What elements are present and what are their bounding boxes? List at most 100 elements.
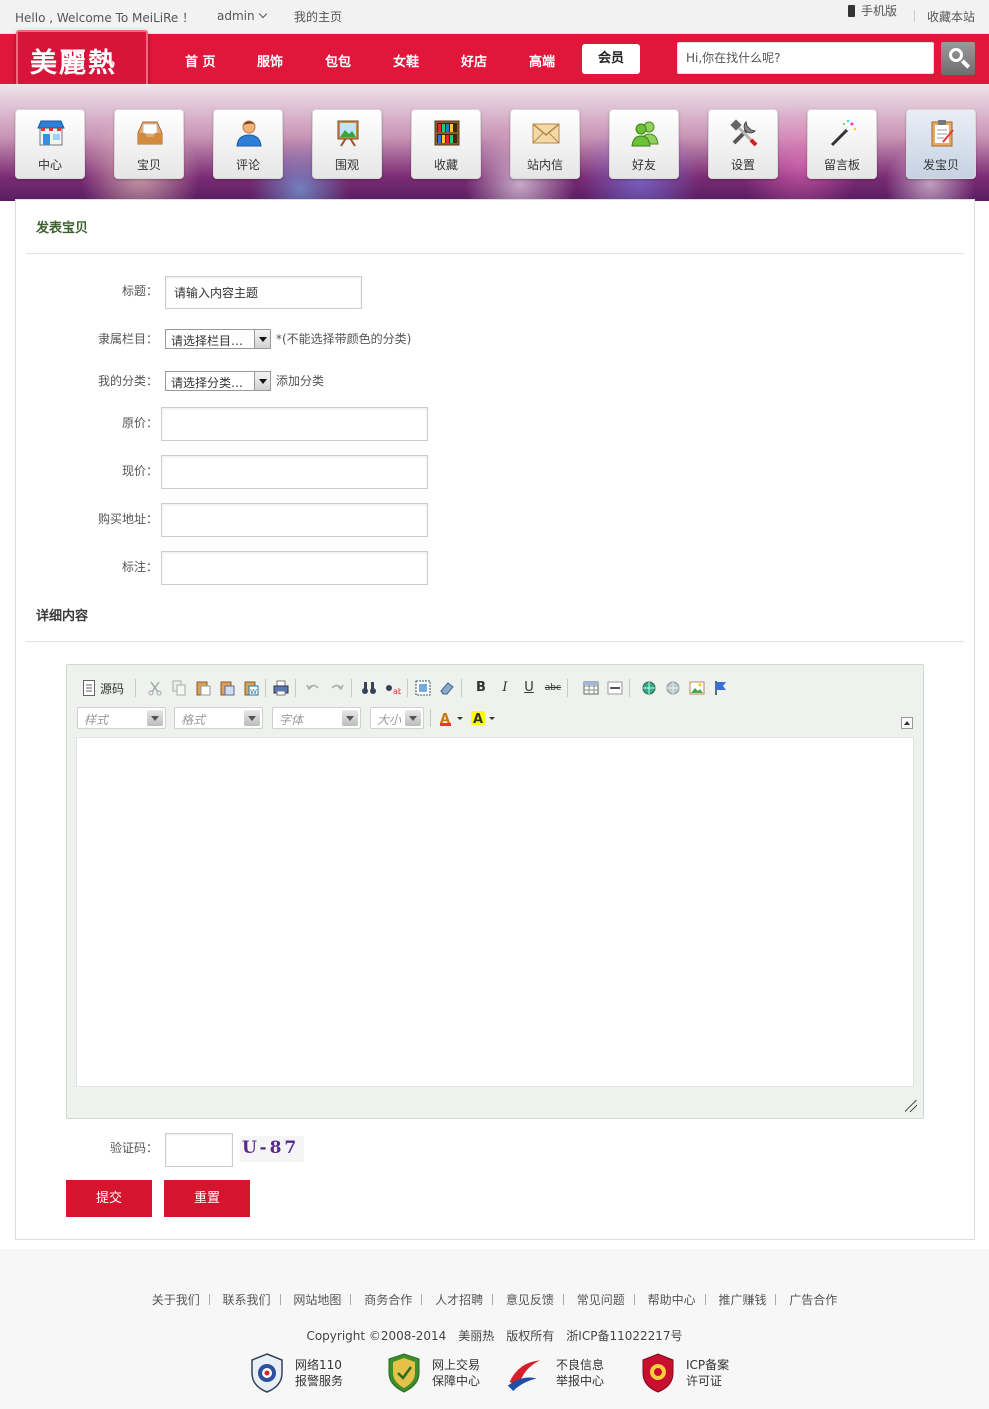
welcome-text: Hello , Welcome To MeiLiRe ！ [15,11,195,25]
resize-grip-icon[interactable] [905,1100,917,1112]
print-icon[interactable] [273,680,289,696]
user-menu[interactable]: admin [217,9,267,23]
menu-items[interactable]: 宝贝 [114,109,184,179]
remark-field[interactable] [162,552,427,584]
svg-text:W: W [250,688,257,696]
nav-bags[interactable]: 包包 [325,51,351,70]
cut-icon[interactable] [147,680,163,696]
underline-icon[interactable]: U [521,680,537,696]
replace-icon[interactable]: ab [385,680,403,696]
footer-link[interactable]: 关于我们 [143,1291,209,1308]
chevron-down-icon [258,9,267,19]
format-placeholder: 格式 [181,713,206,727]
paste-icon[interactable] [195,680,211,696]
image-icon[interactable] [689,680,705,696]
category-select-value: 请选择分类… [171,376,244,390]
divider [26,641,964,642]
collapse-toolbar-button[interactable] [901,717,913,729]
menu-comments[interactable]: 评论 [213,109,283,179]
menu-label: 收藏 [433,158,458,172]
buy-url-field[interactable] [162,504,427,536]
paste-word-icon[interactable]: W [243,680,259,696]
bold-icon[interactable]: B [473,680,489,696]
mobile-link[interactable]: 手机版 [848,2,897,19]
icp-seal-icon [642,1353,674,1393]
font-combo[interactable]: 字体 [272,707,361,729]
search-input[interactable] [678,43,933,73]
footer-link[interactable]: 广告合作 [780,1291,846,1308]
footer-link[interactable]: 商务合作 [355,1291,421,1308]
table-icon[interactable] [583,680,599,696]
eraser-icon[interactable] [439,680,455,696]
background-color-icon[interactable]: A [471,710,497,727]
menu-post-item[interactable]: 发宝贝 [906,109,976,179]
submit-button[interactable]: 提交 [66,1180,152,1217]
format-combo[interactable]: 格式 [174,707,263,729]
current-price-field[interactable] [162,456,427,488]
search-button[interactable] [941,42,975,75]
reset-button[interactable]: 重置 [164,1180,250,1217]
divider [26,253,964,254]
link-icon[interactable] [641,680,657,696]
nav-shoes[interactable]: 女鞋 [393,51,419,70]
font-placeholder: 字体 [279,713,304,727]
select-all-icon[interactable] [415,680,431,696]
footer-link[interactable]: 网站地图 [284,1291,350,1308]
nav-shops[interactable]: 好店 [461,51,487,70]
search-icon [949,48,963,62]
add-category-link[interactable]: 添加分类 [276,372,324,389]
menu-friends[interactable]: 好友 [609,109,679,179]
italic-icon[interactable]: I [497,680,513,696]
style-combo[interactable]: 样式 [77,707,166,729]
source-button[interactable]: 源码 [83,677,131,699]
menu-center[interactable]: 中心 [15,109,85,179]
menu-messages[interactable]: 站内信 [510,109,580,179]
buy-url-wrap [161,503,428,537]
category-select[interactable]: 请选择分类… [165,371,271,391]
menu-label: 留言板 [823,158,860,172]
footer-link[interactable]: 人才招聘 [426,1291,492,1308]
captcha-image[interactable]: U-87 [240,1136,304,1162]
captcha-label: 验证码： [109,1141,158,1155]
unlink-icon[interactable] [665,680,681,696]
column-select[interactable]: 请选择栏目… [165,329,271,349]
nav-luxury[interactable]: 高端 [529,51,555,70]
captcha-field[interactable] [166,1134,232,1166]
collapse-arrow-icon [904,721,910,725]
strikethrough-icon[interactable]: abc [543,680,563,696]
police-badge-icon [251,1353,283,1393]
size-combo[interactable]: 大小 [370,707,424,729]
bookshelf-icon [434,120,460,146]
menu-favorites[interactable]: 收藏 [411,109,481,179]
bookmark-link[interactable]: 收藏本站 [927,8,975,25]
horizontal-rule-icon[interactable] [607,680,623,696]
footer-link[interactable]: 意见反馈 [497,1291,563,1308]
text-color-icon[interactable]: A [439,710,465,727]
badge-line2: 报警服务 [295,1374,344,1388]
menu-watch[interactable]: 围观 [312,109,382,179]
paste-text-icon[interactable] [219,680,235,696]
menu-guestbook[interactable]: 留言板 [807,109,877,179]
footer-link[interactable]: 帮助中心 [639,1291,705,1308]
flag-icon[interactable] [713,680,729,696]
my-home-link[interactable]: 我的主页 [294,8,342,25]
menu-settings[interactable]: 设置 [708,109,778,179]
column-select-value: 请选择栏目… [171,334,244,348]
report-icon [507,1360,541,1391]
nav-home[interactable]: 首 页 [185,51,216,70]
nav-member[interactable]: 会员 [582,44,640,74]
footer-link[interactable]: 联系我们 [214,1291,280,1308]
rich-text-editor: 源码 W ab B I U abc 样式 格式 字体 大小 A A [66,664,924,1119]
subject-field[interactable] [166,277,361,308]
nav-apparel[interactable]: 服饰 [257,51,283,70]
site-logo[interactable]: 美麗熱 [16,30,148,88]
redo-icon[interactable] [329,680,345,696]
footer-link[interactable]: 推广赚钱 [709,1291,775,1308]
copy-icon[interactable] [171,680,187,696]
footer-link[interactable]: 常见问题 [568,1291,634,1308]
editor-content-area[interactable] [76,737,914,1087]
svg-text:A: A [473,712,483,726]
original-price-field[interactable] [162,408,427,440]
undo-icon[interactable] [305,680,321,696]
find-icon[interactable] [361,680,377,696]
